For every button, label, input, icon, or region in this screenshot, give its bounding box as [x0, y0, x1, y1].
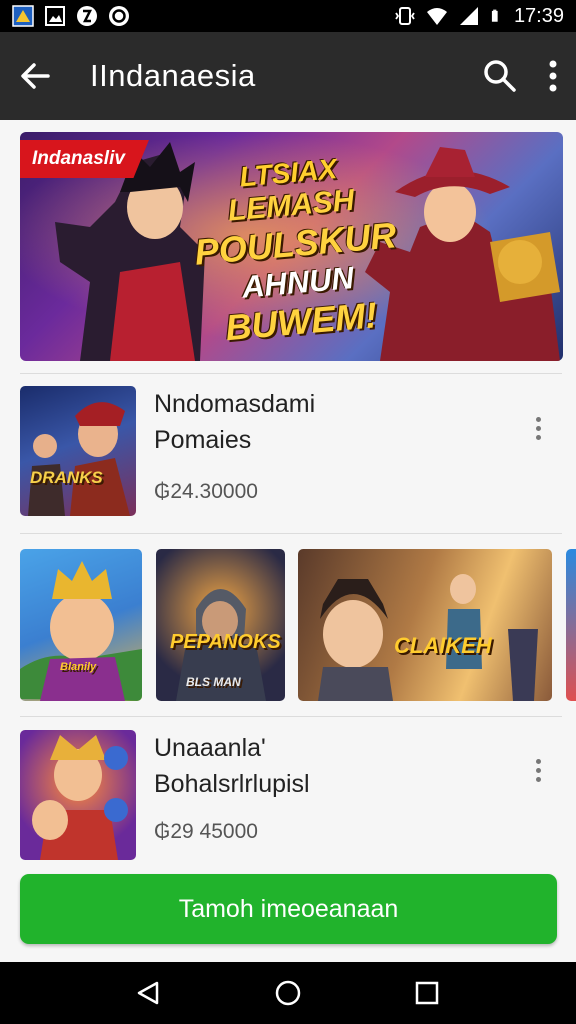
sync-icon [109, 6, 129, 26]
status-bar: 17:39 [0, 0, 576, 32]
item-thumbnail: DRANKS [20, 386, 136, 516]
thumbnail-art [28, 402, 130, 516]
card-label: Blanily [60, 661, 97, 673]
system-nav-bar [0, 962, 576, 1024]
item-thumbnail [20, 730, 136, 860]
image-notification-icon [45, 6, 65, 26]
item-subtitle: Pomaies [154, 426, 252, 454]
card-label: PEPANOKS [170, 631, 281, 653]
list-item[interactable]: Unaaanla' Bohalsrlrlupisl ₲29 45000 [0, 730, 576, 864]
list-item[interactable]: DRANKS Nndomasdami Pomaies ₲24.30000 [0, 386, 576, 520]
item-title: Unaaanla' [154, 734, 266, 762]
signal-icon [459, 7, 478, 25]
item-price: ₲29 45000 [154, 820, 258, 843]
divider [20, 716, 562, 717]
carousel-card[interactable] [566, 549, 576, 701]
more-vertical-icon[interactable] [548, 58, 558, 94]
content-area: Indanasliv LTSIAX LEMASH POULSKUR AHNUN … [0, 120, 576, 962]
card-art [318, 574, 538, 701]
wifi-icon [426, 8, 447, 25]
game-carousel[interactable]: Blanily PEPANOKS BLS MAN CLAIKEH [0, 549, 576, 701]
card-art [20, 561, 142, 701]
page-title: IIndanaesia [90, 58, 256, 93]
divider [20, 533, 562, 534]
status-time: 17:39 [513, 4, 564, 27]
carousel-card[interactable]: CLAIKEH [298, 549, 552, 701]
home-circle-icon[interactable] [274, 979, 302, 1007]
search-icon[interactable] [482, 58, 518, 94]
item-more-icon[interactable] [528, 752, 548, 788]
app-bar: IIndanaesia [0, 32, 576, 120]
banner-tag: Indanasliv [20, 140, 149, 178]
item-price: ₲24.30000 [154, 480, 258, 503]
carousel-card[interactable]: Blanily [20, 549, 142, 701]
thumbnail-art [32, 735, 128, 860]
vpn-icon [77, 6, 97, 26]
divider [20, 373, 562, 374]
thumbnail-label: DRANKS [30, 468, 103, 487]
card-sublabel: BLS MAN [186, 675, 241, 689]
item-more-icon[interactable] [528, 410, 548, 446]
app-notification-icon [12, 5, 34, 27]
carousel-card[interactable]: PEPANOKS BLS MAN [156, 549, 285, 701]
arrow-left-icon[interactable] [18, 58, 54, 94]
battery-icon [491, 9, 498, 22]
recents-square-icon[interactable] [413, 979, 441, 1007]
vibrate-icon [395, 7, 415, 25]
promo-banner[interactable]: Indanasliv LTSIAX LEMASH POULSKUR AHNUN … [20, 132, 563, 361]
primary-action-button[interactable]: Tamoh imeoeanaan [20, 874, 557, 944]
card-label: CLAIKEH [394, 633, 492, 658]
back-triangle-icon[interactable] [135, 979, 163, 1007]
item-title: Nndomasdami [154, 390, 316, 418]
item-subtitle: Bohalsrlrlupisl [154, 770, 310, 798]
banner-headline: LTSIAX LEMASH POULSKUR AHNUN BUWEM! [187, 149, 402, 352]
